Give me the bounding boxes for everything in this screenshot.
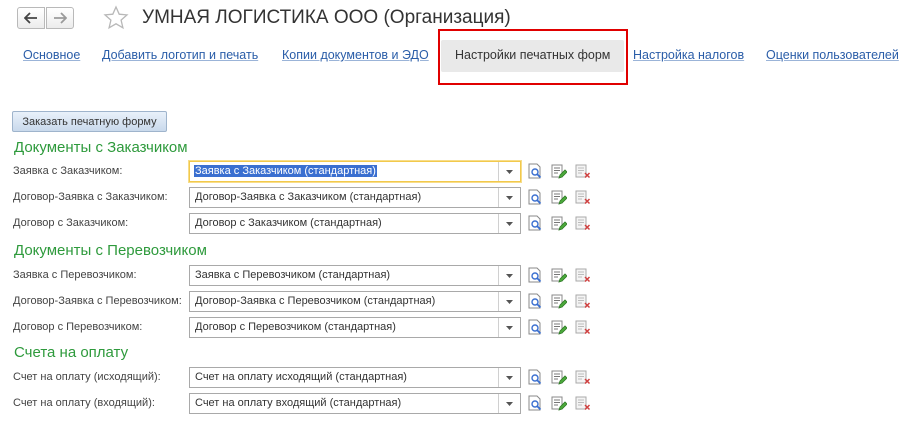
field-label: Договор-Заявка с Заказчиком: <box>13 191 168 203</box>
field-label: Договор с Перевозчиком: <box>13 321 143 333</box>
print-form-value: Договор-Заявка с Заказчиком (стандартная… <box>195 191 422 203</box>
edit-icon[interactable] <box>551 395 568 411</box>
edit-icon[interactable] <box>551 215 568 231</box>
print-form-select[interactable]: Заявка с Заказчиком (стандартная) <box>189 161 521 182</box>
edit-icon[interactable] <box>551 293 568 309</box>
print-form-value: Договор-Заявка с Перевозчиком (стандартн… <box>195 295 436 307</box>
print-form-value: Заявка с Заказчиком (стандартная) <box>194 165 377 177</box>
preview-icon[interactable] <box>527 215 543 231</box>
preview-icon[interactable] <box>527 189 543 205</box>
print-form-select[interactable]: Счет на оплату входящий (стандартная) <box>189 393 521 414</box>
section-title: Документы с Заказчиком <box>14 139 188 156</box>
print-form-value: Счет на оплату входящий (стандартная) <box>195 397 402 409</box>
preview-icon[interactable] <box>527 293 543 309</box>
dropdown-arrow-icon[interactable] <box>498 266 520 285</box>
delete-icon[interactable] <box>575 163 591 179</box>
field-label: Заявка с Заказчиком: <box>13 165 123 177</box>
preview-icon[interactable] <box>527 163 543 179</box>
dropdown-arrow-icon[interactable] <box>498 292 520 311</box>
order-print-form-button[interactable]: Заказать печатную форму <box>12 111 167 132</box>
dropdown-arrow-icon[interactable] <box>498 394 520 413</box>
print-form-select[interactable]: Договор-Заявка с Перевозчиком (стандартн… <box>189 291 521 312</box>
tab-user-ratings[interactable]: Оценки пользователей <box>766 48 899 62</box>
field-label: Договор с Заказчиком: <box>13 217 129 229</box>
edit-icon[interactable] <box>551 319 568 335</box>
delete-icon[interactable] <box>575 395 591 411</box>
dropdown-arrow-icon[interactable] <box>498 318 520 337</box>
highlight-frame <box>438 29 628 85</box>
preview-icon[interactable] <box>527 319 543 335</box>
print-form-select[interactable]: Договор-Заявка с Заказчиком (стандартная… <box>189 187 521 208</box>
field-label: Заявка с Перевозчиком: <box>13 269 137 281</box>
back-button[interactable] <box>17 7 45 29</box>
page-title: УМНАЯ ЛОГИСТИКА ООО (Организация) <box>142 7 511 28</box>
section-title: Счета на оплату <box>14 344 129 361</box>
edit-icon[interactable] <box>551 369 568 385</box>
delete-icon[interactable] <box>575 319 591 335</box>
preview-icon[interactable] <box>527 395 543 411</box>
edit-icon[interactable] <box>551 189 568 205</box>
dropdown-arrow-icon[interactable] <box>498 368 520 387</box>
print-form-value: Заявка с Перевозчиком (стандартная) <box>195 269 391 281</box>
tab-tax-settings[interactable]: Настройка налогов <box>633 48 744 62</box>
print-form-value: Договор с Заказчиком (стандартная) <box>195 217 382 229</box>
delete-icon[interactable] <box>575 369 591 385</box>
tab-doc-copies-edo[interactable]: Копии документов и ЭДО <box>282 48 429 62</box>
print-form-select[interactable]: Счет на оплату исходящий (стандартная) <box>189 367 521 388</box>
favorite-star-icon[interactable] <box>103 5 129 36</box>
print-form-select[interactable]: Договор с Заказчиком (стандартная) <box>189 213 521 234</box>
print-form-select[interactable]: Договор с Перевозчиком (стандартная) <box>189 317 521 338</box>
preview-icon[interactable] <box>527 267 543 283</box>
print-form-value: Счет на оплату исходящий (стандартная) <box>195 371 407 383</box>
edit-icon[interactable] <box>551 267 568 283</box>
section-title: Документы с Перевозчиком <box>14 242 207 259</box>
delete-icon[interactable] <box>575 189 591 205</box>
tab-main[interactable]: Основное <box>23 48 80 62</box>
print-form-value: Договор с Перевозчиком (стандартная) <box>195 321 396 333</box>
preview-icon[interactable] <box>527 369 543 385</box>
field-label: Счет на оплату (исходящий): <box>13 371 161 383</box>
dropdown-arrow-icon[interactable] <box>498 214 520 233</box>
delete-icon[interactable] <box>575 293 591 309</box>
dropdown-arrow-icon[interactable] <box>498 188 520 207</box>
field-label: Договор-Заявка с Перевозчиком: <box>13 295 182 307</box>
field-label: Счет на оплату (входящий): <box>13 397 155 409</box>
forward-button[interactable] <box>46 7 74 29</box>
dropdown-arrow-icon[interactable] <box>498 162 520 181</box>
print-form-select[interactable]: Заявка с Перевозчиком (стандартная) <box>189 265 521 286</box>
edit-icon[interactable] <box>551 163 568 179</box>
arrow-left-icon <box>24 12 37 24</box>
delete-icon[interactable] <box>575 267 591 283</box>
delete-icon[interactable] <box>575 215 591 231</box>
tab-logo-stamp[interactable]: Добавить логотип и печать <box>102 48 258 62</box>
arrow-right-icon <box>54 12 67 24</box>
